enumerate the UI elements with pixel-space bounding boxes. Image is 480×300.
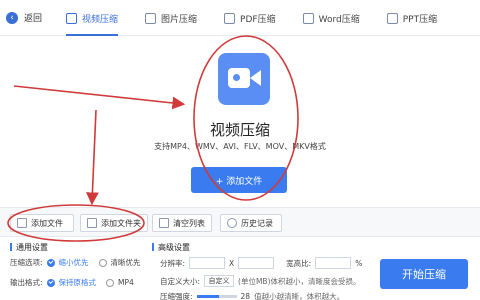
general-settings-title: 通用设置: [10, 242, 48, 253]
image-tab-icon: [145, 12, 157, 24]
clear-list-button[interactable]: 清空列表: [152, 214, 212, 232]
tab-ppt-compress[interactable]: PPT压缩: [386, 0, 438, 36]
pdf-tab-icon: [224, 12, 236, 24]
custom-size-hint: (单位MB)体积越小，清晰度会受损。: [238, 276, 361, 286]
tool-tabs: 视频压缩 图片压缩 PDF压缩 Word压缩 PPT压缩: [66, 0, 464, 36]
file-toolbar: 添加文件 添加文件夹 清空列表 历史记录: [0, 207, 480, 237]
option-clear-label: 清晰优先: [110, 258, 141, 267]
history-label: 历史记录: [241, 218, 273, 228]
back-arrow-icon: ‹: [6, 11, 18, 24]
ppt-tab-icon: [386, 12, 398, 24]
advanced-settings-title: 高级设置: [152, 242, 190, 253]
page-title: 视频压缩: [209, 121, 270, 139]
history-button[interactable]: 历史记录: [220, 214, 282, 232]
resolution-row: 分辨率: X 宽高比: %: [160, 257, 362, 269]
compress-option-row: 压缩选项: 缩小优先 清晰优先: [10, 257, 141, 268]
tab-label: 图片压缩: [161, 14, 198, 25]
add-folder-label: 添加文件夹: [101, 218, 141, 228]
format-mp4-label: MP4: [118, 278, 134, 287]
ratio-input[interactable]: [315, 257, 352, 269]
video-tab-icon: [66, 12, 77, 24]
trash-icon: [159, 218, 169, 228]
tab-label: 视频压缩: [82, 14, 119, 25]
custom-size-select[interactable]: 自定义: [204, 275, 235, 287]
quality-value: 28: [240, 292, 251, 300]
output-format-row: 输出格式: 保持原格式 MP4: [10, 277, 134, 288]
option-small-label: 缩小优先: [58, 258, 89, 267]
custom-size-row: 自定义大小: 自定义 (单位MB)体积越小，清晰度会受损。: [160, 275, 361, 287]
percent-sign: %: [355, 258, 363, 268]
video-camera-icon: [218, 53, 270, 105]
ratio-label: 宽高比:: [286, 258, 312, 268]
back-label: 返回: [24, 14, 43, 24]
add-file-button-main[interactable]: + 添加文件: [191, 167, 287, 193]
start-compress-button[interactable]: 开始压缩: [380, 259, 468, 289]
back-button[interactable]: ‹ 返回: [6, 11, 42, 24]
quality-slider[interactable]: [196, 295, 237, 298]
clear-list-label: 清空列表: [173, 218, 205, 228]
tab-pdf-compress[interactable]: PDF压缩: [224, 0, 276, 36]
clock-icon: [227, 218, 237, 228]
output-format-label: 输出格式:: [10, 278, 43, 287]
format-keep-radio[interactable]: [46, 278, 55, 287]
format-keep-label: 保持原格式: [58, 278, 97, 287]
quality-hint: 值越小越清晰，体积越大。: [254, 292, 345, 300]
tab-label: PDF压缩: [240, 14, 276, 25]
settings-panel: 通用设置 压缩选项: 缩小优先 清晰优先 输出格式: 保持原格式 MP4 高级设…: [0, 238, 480, 300]
resolution-separator: X: [229, 258, 235, 268]
tab-video-compress[interactable]: 视频压缩: [66, 0, 119, 36]
tab-label: PPT压缩: [402, 14, 438, 25]
option-clear-radio[interactable]: [98, 258, 107, 267]
supported-formats: 支持MP4、WMV、AVI、FLV、MOV、MKV格式: [154, 142, 326, 151]
drop-area[interactable]: 视频压缩 支持MP4、WMV、AVI、FLV、MOV、MKV格式 + 添加文件: [0, 37, 480, 207]
add-folder-button[interactable]: 添加文件夹: [80, 214, 148, 232]
resolution-label: 分辨率:: [160, 258, 186, 268]
option-small-radio[interactable]: [46, 258, 55, 267]
custom-size-label: 自定义大小:: [160, 276, 201, 286]
compress-option-label: 压缩选项:: [10, 258, 43, 267]
word-tab-icon: [302, 12, 314, 24]
quality-label: 压缩强度:: [160, 292, 193, 300]
add-file-button[interactable]: 添加文件: [10, 214, 74, 232]
add-file-icon: [17, 218, 27, 228]
tab-image-compress[interactable]: 图片压缩: [145, 0, 197, 36]
resolution-width-input[interactable]: [189, 257, 226, 269]
tab-word-compress[interactable]: Word压缩: [302, 0, 360, 36]
quality-row: 压缩强度: 28 值越小越清晰，体积越大。: [160, 291, 344, 300]
tab-label: Word压缩: [318, 14, 360, 25]
folder-icon: [87, 218, 97, 228]
format-mp4-radio[interactable]: [106, 278, 115, 287]
top-tab-bar: ‹ 返回 视频压缩 图片压缩 PDF压缩 Word压缩 PPT压缩: [0, 0, 480, 36]
resolution-height-input[interactable]: [238, 257, 275, 269]
add-file-label: 添加文件: [31, 218, 63, 228]
